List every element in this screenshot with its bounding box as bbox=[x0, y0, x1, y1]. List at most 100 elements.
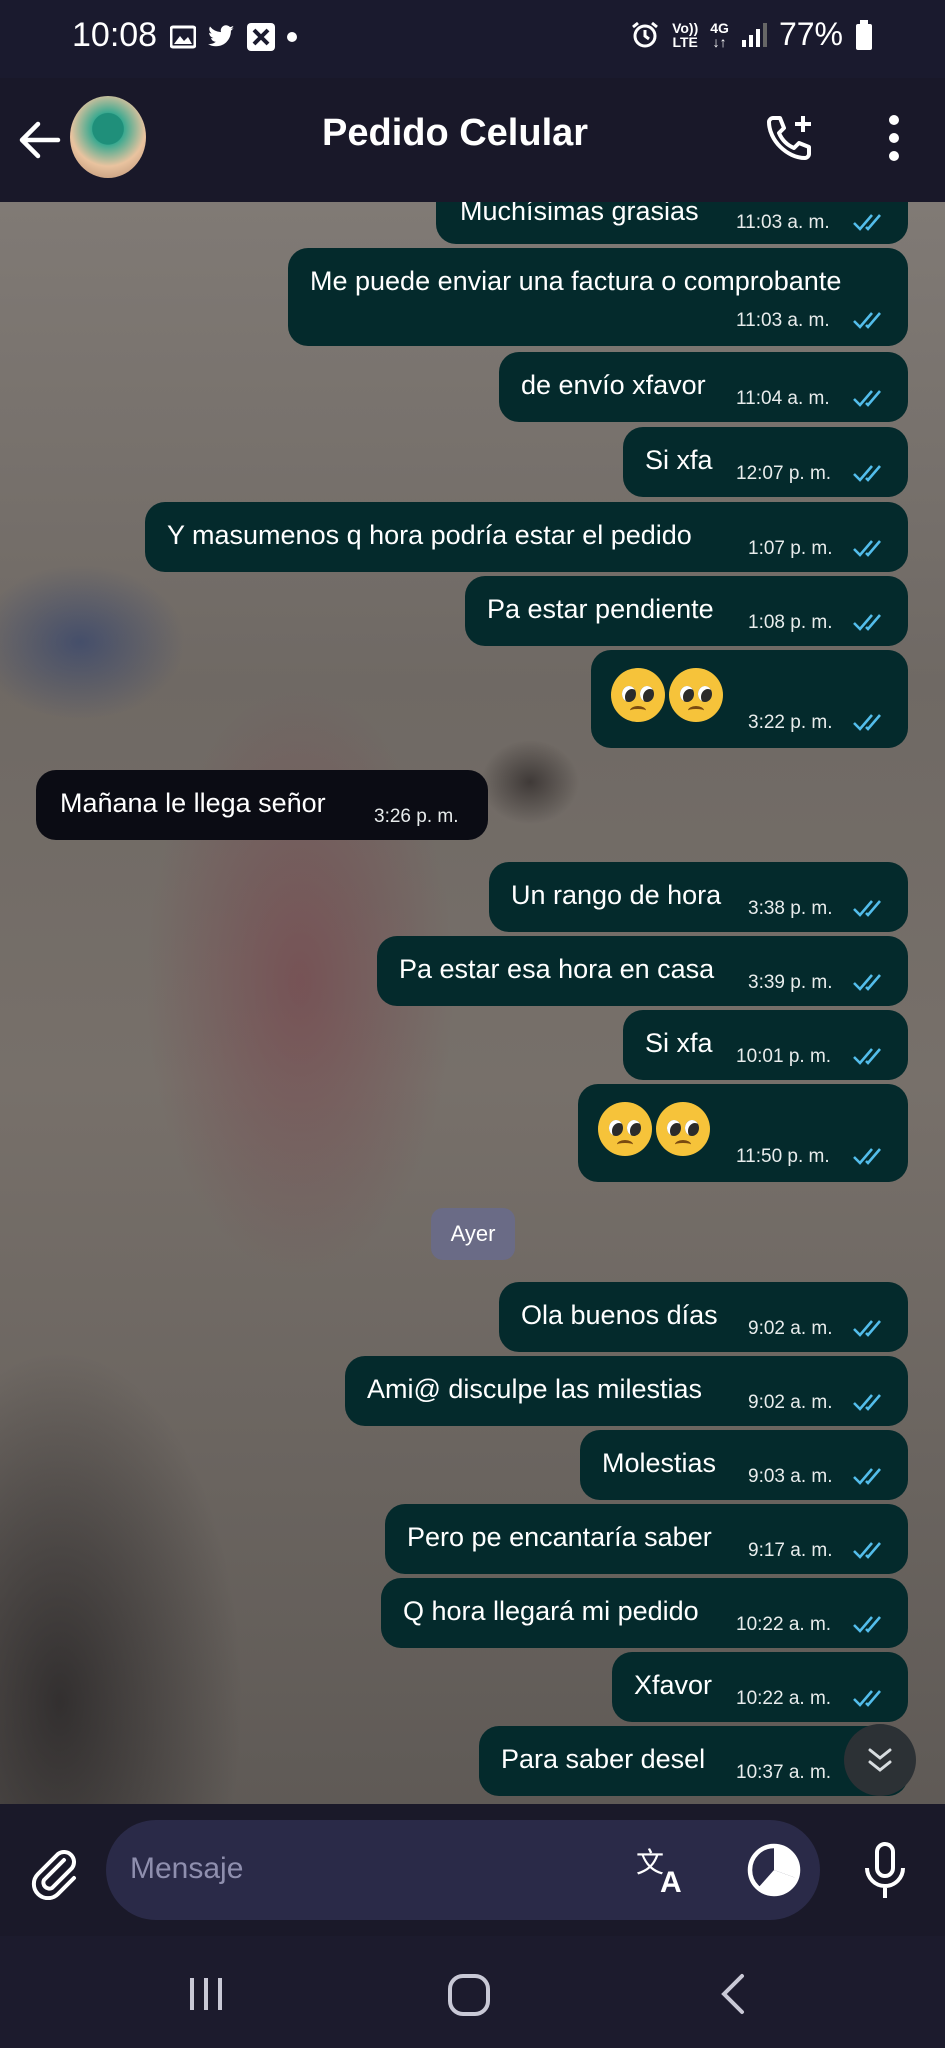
message-bubble[interactable]: Molestias 9:03 a. m. bbox=[580, 1430, 908, 1500]
svg-text:A: A bbox=[660, 1866, 682, 1896]
message-time: 10:37 a. m. bbox=[736, 1762, 832, 1783]
translate-icon[interactable]: 文A bbox=[636, 1846, 692, 1896]
message-bubble[interactable]: Xfavor 10:22 a. m. bbox=[612, 1652, 908, 1722]
app-icon bbox=[247, 23, 275, 51]
message-bubble[interactable]: Ola buenos días 9:02 a. m. bbox=[499, 1282, 908, 1352]
read-ticks-icon bbox=[853, 540, 881, 557]
alarm-icon bbox=[632, 21, 659, 47]
message-text: Y masumenos q hora podría estar el pedid… bbox=[167, 520, 692, 550]
message-bubble[interactable]: Pero pe encantaría saber 9:17 a. m. bbox=[385, 1504, 908, 1574]
read-ticks-icon bbox=[853, 900, 881, 917]
message-bubble-incoming[interactable]: Mañana le llega señor 3:26 p. m. bbox=[36, 770, 488, 840]
status-time: 10:08 bbox=[72, 16, 158, 54]
message-time: 12:07 p. m. bbox=[736, 463, 832, 484]
message-time: 3:26 p. m. bbox=[374, 806, 459, 827]
read-ticks-icon bbox=[853, 1320, 881, 1337]
contact-avatar[interactable] bbox=[70, 96, 146, 178]
message-time: 11:03 a. m. bbox=[736, 212, 830, 233]
message-text: Molestias bbox=[602, 1448, 717, 1478]
read-ticks-icon bbox=[853, 312, 881, 329]
message-time: 9:02 a. m. bbox=[748, 1392, 833, 1413]
message-time: 10:22 a. m. bbox=[736, 1688, 832, 1709]
message-time: 11:04 a. m. bbox=[736, 388, 830, 409]
twitter-icon bbox=[208, 25, 234, 47]
read-ticks-icon bbox=[853, 214, 881, 231]
more-options-icon[interactable] bbox=[887, 114, 901, 162]
back-arrow-icon[interactable] bbox=[16, 116, 64, 164]
pleading-face-emoji bbox=[598, 1102, 710, 1156]
read-ticks-icon bbox=[853, 465, 881, 482]
message-time: 9:03 a. m. bbox=[748, 1466, 833, 1487]
signal-icon bbox=[741, 22, 767, 47]
chat-area[interactable]: Muchísimas grasias 11:03 a. m. Me puede … bbox=[0, 202, 945, 1804]
read-ticks-icon bbox=[853, 614, 881, 631]
message-text: Pero pe encantaría saber bbox=[407, 1522, 712, 1552]
message-bubble-emoji[interactable]: 3:22 p. m. bbox=[591, 650, 908, 748]
message-time: 1:07 p. m. bbox=[748, 538, 833, 559]
message-text: Para saber desel bbox=[501, 1744, 706, 1774]
message-text: Mañana le llega señor bbox=[60, 788, 326, 818]
message-bubble[interactable]: Si xfa 12:07 p. m. bbox=[623, 427, 908, 497]
battery-percent: 77% bbox=[778, 16, 843, 52]
message-text: Q hora llegará mi pedido bbox=[403, 1596, 699, 1626]
message-text: Si xfa bbox=[645, 1028, 713, 1058]
message-bubble[interactable]: Y masumenos q hora podría estar el pedid… bbox=[145, 502, 908, 572]
message-text: Si xfa bbox=[645, 445, 713, 475]
read-ticks-icon bbox=[853, 390, 881, 407]
read-ticks-icon bbox=[853, 1468, 881, 1485]
date-separator: Ayer bbox=[431, 1208, 515, 1260]
message-text: Muchísimas grasias bbox=[460, 202, 699, 226]
message-bubble[interactable]: Q hora llegará mi pedido 10:22 a. m. bbox=[381, 1578, 908, 1648]
message-bubble[interactable]: Si xfa 10:01 p. m. bbox=[623, 1010, 908, 1080]
gallery-icon bbox=[170, 25, 196, 49]
read-ticks-icon bbox=[853, 1048, 881, 1065]
volte-indicator: Vo)) LTE bbox=[672, 19, 699, 50]
message-bubble[interactable]: Me puede enviar una factura o comprobant… bbox=[288, 248, 908, 346]
message-time: 11:03 a. m. bbox=[736, 310, 830, 331]
read-ticks-icon bbox=[853, 1148, 881, 1165]
recent-apps-icon[interactable] bbox=[186, 1976, 226, 2012]
message-bubble-emoji[interactable]: 11:50 p. m. bbox=[578, 1084, 908, 1182]
message-bubble[interactable]: Pa estar pendiente 1:08 p. m. bbox=[465, 576, 908, 646]
home-icon[interactable] bbox=[446, 1972, 492, 2018]
read-ticks-icon bbox=[853, 974, 881, 991]
message-text: Pa estar pendiente bbox=[487, 594, 714, 624]
nav-back-icon[interactable] bbox=[716, 1972, 748, 2016]
microphone-icon[interactable] bbox=[858, 1842, 912, 1902]
message-text: Pa estar esa hora en casa bbox=[399, 954, 715, 984]
timer-icon[interactable] bbox=[746, 1842, 802, 1898]
network-type: 4G ↓↑ bbox=[710, 19, 729, 50]
read-ticks-icon bbox=[853, 1616, 881, 1633]
message-composer: Mensaje 文A bbox=[0, 1804, 945, 1936]
message-bubble[interactable]: Un rango de hora 3:38 p. m. bbox=[489, 862, 908, 932]
battery-icon bbox=[856, 19, 872, 50]
message-text: Xfavor bbox=[634, 1670, 713, 1700]
message-time: 3:38 p. m. bbox=[748, 898, 833, 919]
chat-title[interactable]: Pedido Celular bbox=[322, 112, 588, 155]
message-time: 9:17 a. m. bbox=[748, 1540, 833, 1561]
chat-header: Pedido Celular bbox=[0, 78, 945, 202]
read-ticks-icon bbox=[853, 1394, 881, 1411]
message-bubble[interactable]: Ami@ disculpe las milestias 9:02 a. m. bbox=[345, 1356, 908, 1426]
pleading-face-emoji bbox=[611, 668, 723, 722]
system-nav-bar bbox=[0, 1936, 945, 2048]
scroll-to-bottom-button[interactable] bbox=[844, 1724, 916, 1796]
message-bubble[interactable]: Muchísimas grasias 11:03 a. m. bbox=[436, 202, 908, 244]
message-bubble[interactable]: de envío xfavor 11:04 a. m. bbox=[499, 352, 908, 422]
message-time: 9:02 a. m. bbox=[748, 1318, 833, 1339]
notification-icons bbox=[170, 22, 298, 52]
message-time: 3:22 p. m. bbox=[748, 712, 833, 733]
message-input[interactable]: Mensaje 文A bbox=[106, 1820, 820, 1920]
message-text: Me puede enviar una factura o comprobant… bbox=[310, 266, 842, 296]
message-bubble[interactable]: Pa estar esa hora en casa 3:39 p. m. bbox=[377, 936, 908, 1006]
message-text: Ola buenos días bbox=[521, 1300, 718, 1330]
dot-icon bbox=[287, 32, 297, 42]
attach-icon[interactable] bbox=[26, 1844, 82, 1900]
read-ticks-icon bbox=[853, 1690, 881, 1707]
read-ticks-icon bbox=[853, 714, 881, 731]
message-text: Ami@ disculpe las milestias bbox=[367, 1374, 703, 1404]
message-time: 11:50 p. m. bbox=[736, 1146, 830, 1167]
message-time: 1:08 p. m. bbox=[748, 612, 833, 633]
add-call-icon[interactable] bbox=[765, 112, 815, 162]
read-ticks-icon bbox=[853, 1542, 881, 1559]
